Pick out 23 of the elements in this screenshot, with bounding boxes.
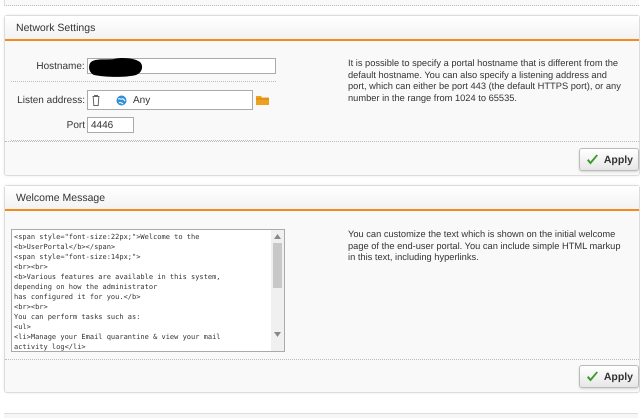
trash-icon xyxy=(92,94,100,106)
apply-button[interactable]: Apply xyxy=(578,365,639,388)
checkmark-icon xyxy=(586,154,599,166)
help-text: It is possible to specify a portal hostname that is different from the default hostname. You can also specify a listening address and port, which can either be port 443 (the default HTTPS port), or any number in the range from 1024 to 65535. xyxy=(347,58,622,105)
field-label: Hostname: xyxy=(35,60,86,72)
panel-title: Welcome Message xyxy=(16,192,106,204)
globe-icon xyxy=(116,94,127,106)
apply-button[interactable]: Apply xyxy=(578,148,639,171)
scroll-down-icon[interactable] xyxy=(274,332,281,337)
address-field[interactable]: Any xyxy=(87,90,253,110)
help-text: You can customize the text which is shown on the initial welcome page of the end-user portal. You can include simple HTML markup in this text, including hyperlinks. xyxy=(347,229,622,264)
field-value: 4446 xyxy=(91,120,114,130)
scrollbar[interactable] xyxy=(271,230,284,351)
scroll-up-icon[interactable] xyxy=(274,234,281,239)
text-field[interactable]: 4446 xyxy=(87,117,134,133)
field-label: Port xyxy=(66,120,86,130)
field-label: Listen address: xyxy=(16,94,86,106)
checkmark-icon xyxy=(586,370,599,382)
message-editor[interactable] xyxy=(11,229,285,352)
panel-title: Network Settings xyxy=(16,22,96,34)
address-value: Any xyxy=(133,94,150,106)
text-field[interactable] xyxy=(86,58,276,74)
folder-icon[interactable] xyxy=(256,95,269,105)
